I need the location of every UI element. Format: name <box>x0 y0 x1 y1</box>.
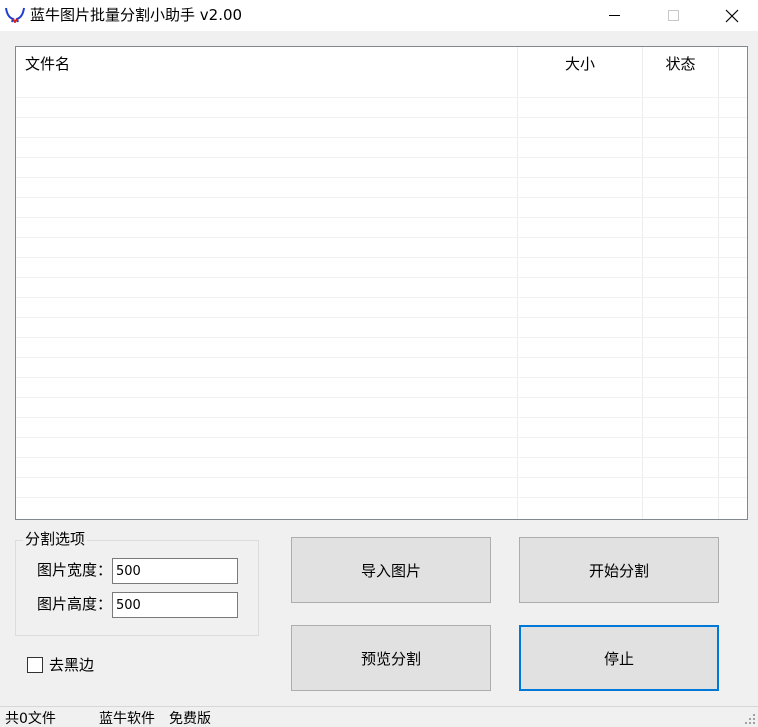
row-separator <box>16 117 747 118</box>
row-separator <box>16 277 747 278</box>
row-separator <box>16 157 747 158</box>
minimize-button[interactable] <box>591 0 637 31</box>
resize-grip-icon[interactable] <box>744 713 756 725</box>
row-separator <box>16 317 747 318</box>
row-separator <box>16 197 747 198</box>
close-icon <box>725 9 739 22</box>
brand-status: 蓝牛软件 <box>99 711 155 727</box>
row-separator <box>16 237 747 238</box>
row-separator <box>16 357 747 358</box>
width-input[interactable] <box>112 558 238 584</box>
stop-button[interactable]: 停止 <box>519 625 719 691</box>
split-options-legend: 分割选项 <box>23 530 88 548</box>
column-header-status[interactable]: 状态 <box>643 47 718 83</box>
file-list-header: 文件名 大小 状态 <box>16 47 747 83</box>
import-images-button[interactable]: 导入图片 <box>291 537 491 603</box>
maximize-button[interactable] <box>650 0 696 31</box>
row-separator <box>16 437 747 438</box>
window-title: 蓝牛图片批量分割小助手 v2.00 <box>30 6 243 24</box>
row-separator <box>16 397 747 398</box>
row-separator <box>16 177 747 178</box>
column-header-filename[interactable]: 文件名 <box>25 47 70 83</box>
bull-horns-logo-icon <box>5 7 25 23</box>
row-separator <box>16 297 747 298</box>
width-label: 图片宽度： <box>37 561 113 579</box>
row-separator <box>16 477 747 478</box>
row-separator <box>16 417 747 418</box>
file-count-status: 共0文件 <box>5 711 56 727</box>
close-button[interactable] <box>709 0 755 31</box>
status-bar: 共0文件 蓝牛软件 免费版 <box>0 706 758 727</box>
row-separator <box>16 217 747 218</box>
row-separator <box>16 137 747 138</box>
height-input[interactable] <box>112 592 238 618</box>
height-label: 图片高度： <box>37 595 113 613</box>
row-separator <box>16 97 747 98</box>
remove-black-border-checkbox[interactable]: 去黑边 <box>27 656 94 674</box>
row-separator <box>16 257 747 258</box>
row-separator <box>16 457 747 458</box>
checkbox-box[interactable] <box>27 657 43 673</box>
start-split-button[interactable]: 开始分割 <box>519 537 719 603</box>
title-bar[interactable]: 蓝牛图片批量分割小助手 v2.00 <box>0 0 758 31</box>
checkbox-label: 去黑边 <box>49 656 95 674</box>
maximize-icon <box>667 10 679 21</box>
edition-status: 免费版 <box>169 711 211 727</box>
split-options-group <box>15 540 259 636</box>
row-separator <box>16 377 747 378</box>
row-separator <box>16 337 747 338</box>
file-list[interactable]: 文件名 大小 状态 <box>15 46 748 520</box>
minimize-icon <box>608 15 620 16</box>
preview-split-button[interactable]: 预览分割 <box>291 625 491 691</box>
row-separator <box>16 497 747 498</box>
column-header-size[interactable]: 大小 <box>518 47 642 83</box>
